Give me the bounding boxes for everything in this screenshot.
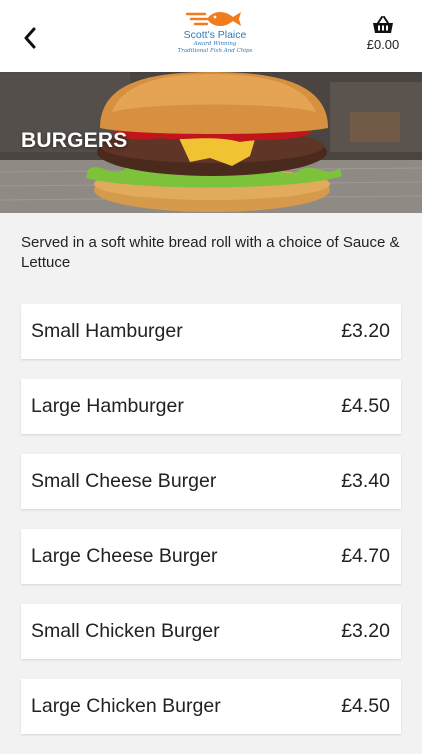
brand-name: Scott's Plaice: [183, 29, 247, 41]
menu-content: Served in a soft white bread roll with a…: [0, 213, 422, 750]
cart-total: £0.00: [366, 37, 400, 52]
menu-item-small-hamburger[interactable]: Small Hamburger £3.20: [21, 304, 401, 359]
item-price: £4.50: [341, 395, 390, 417]
item-name: Large Chicken Burger: [31, 695, 221, 717]
menu-item-large-hamburger[interactable]: Large Hamburger £4.50: [21, 379, 401, 434]
menu-item-small-cheese-burger[interactable]: Small Cheese Burger £3.40: [21, 454, 401, 509]
brand-logo[interactable]: Scott's Plaice Award Winning Traditional…: [170, 8, 260, 64]
brand-tagline-2: Traditional Fish And Chips: [177, 48, 253, 54]
item-name: Large Cheese Burger: [31, 545, 218, 567]
cart-button[interactable]: £0.00: [358, 14, 408, 58]
brand-tagline-1: Award Winning: [193, 41, 237, 47]
item-price: £4.70: [341, 545, 390, 567]
fish-logo-icon: [185, 11, 241, 27]
category-title: BURGERS: [21, 129, 128, 152]
menu-list: Small Hamburger £3.20 Large Hamburger £4…: [21, 304, 401, 754]
back-button[interactable]: [14, 22, 46, 54]
item-price: £3.40: [341, 470, 390, 492]
menu-item-small-chicken-burger[interactable]: Small Chicken Burger £3.20: [21, 604, 401, 659]
category-description: Served in a soft white bread roll with a…: [21, 234, 400, 271]
category-hero: BURGERS: [0, 72, 422, 213]
item-price: £4.50: [341, 695, 390, 717]
basket-icon: [373, 16, 393, 33]
item-name: Small Hamburger: [31, 320, 183, 342]
item-name: Small Cheese Burger: [31, 470, 217, 492]
item-name: Small Chicken Burger: [31, 620, 220, 642]
chevron-left-icon: [24, 27, 36, 49]
menu-item-large-chicken-burger[interactable]: Large Chicken Burger £4.50: [21, 679, 401, 734]
menu-item-large-cheese-burger[interactable]: Large Cheese Burger £4.70: [21, 529, 401, 584]
app-header: Scott's Plaice Award Winning Traditional…: [0, 0, 422, 72]
item-name: Large Hamburger: [31, 395, 184, 417]
item-price: £3.20: [341, 320, 390, 342]
item-price: £3.20: [341, 620, 390, 642]
